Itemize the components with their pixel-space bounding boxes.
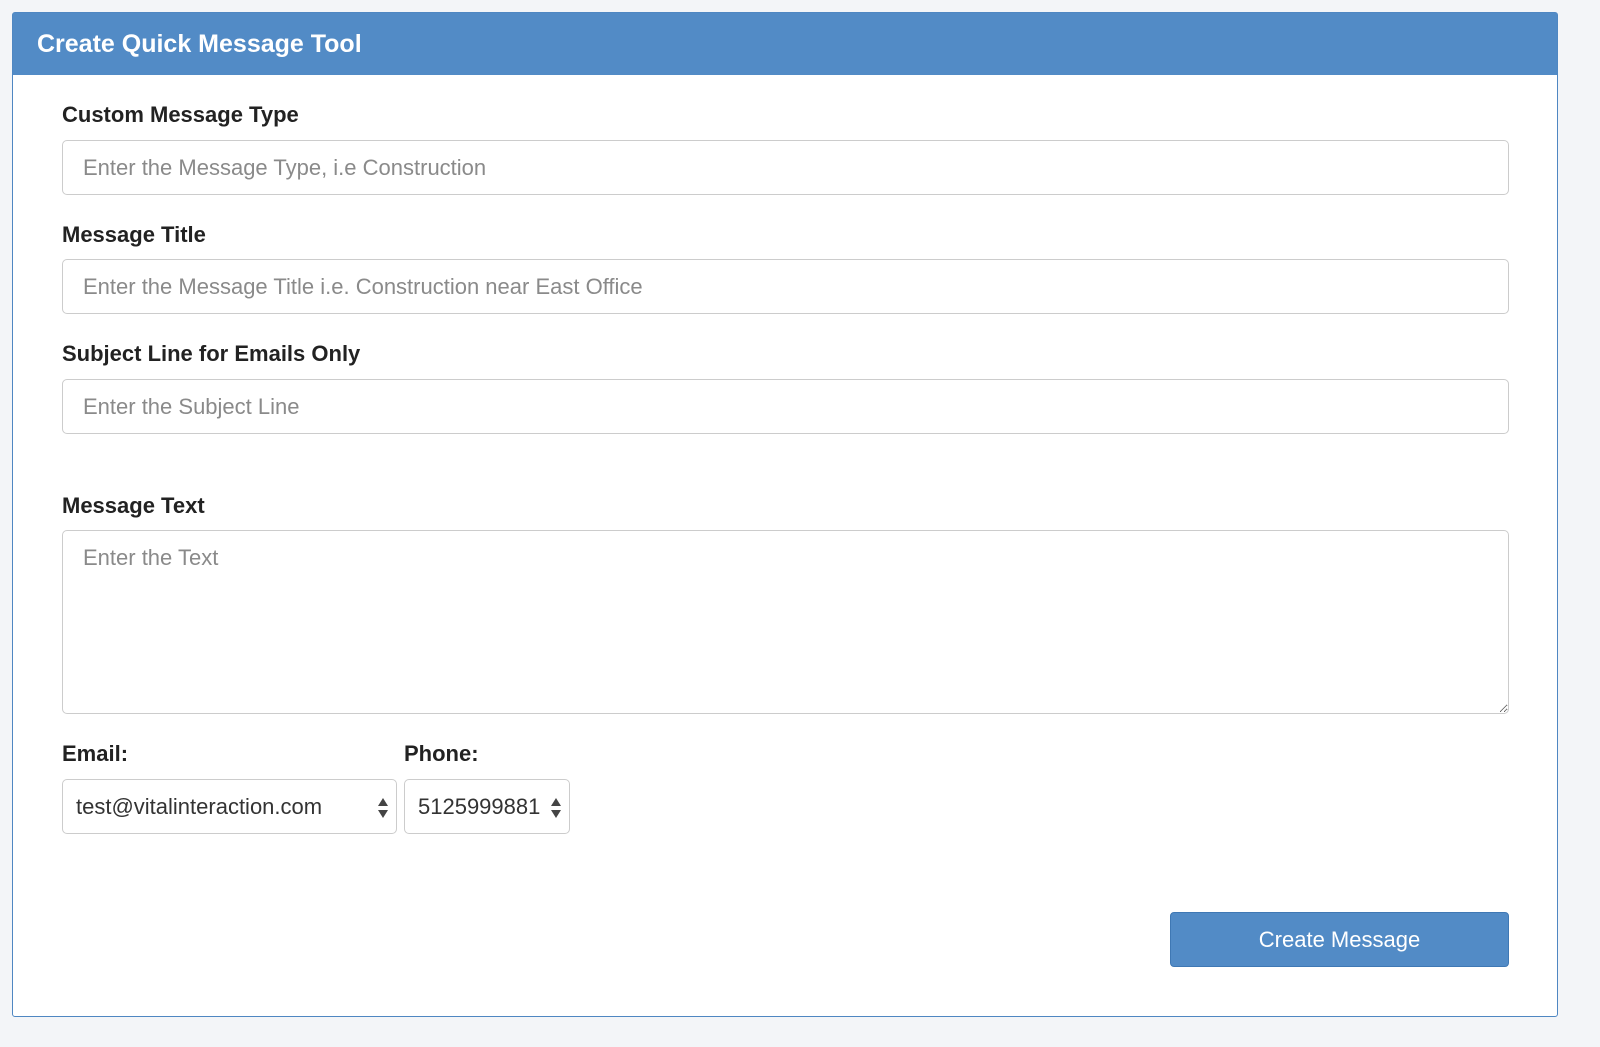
subject-line-label: Subject Line for Emails Only — [62, 341, 361, 366]
phone-label: Phone: — [404, 741, 479, 766]
up-down-arrows-icon — [378, 798, 388, 818]
create-message-panel: Create Quick Message Tool Custom Message… — [12, 12, 1558, 1017]
phone-select-value: 5125999881 — [418, 794, 541, 819]
email-select-value: test@vitalinteraction.com — [76, 794, 323, 819]
message-type-label: Custom Message Type — [62, 102, 299, 127]
create-message-button[interactable]: Create Message — [1170, 912, 1509, 967]
email-label: Email: — [62, 741, 129, 766]
message-text-label: Message Text — [62, 493, 205, 518]
message-title-label: Message Title — [62, 222, 206, 247]
up-down-arrows-icon — [551, 798, 561, 818]
phone-select[interactable]: 5125999881 — [404, 779, 570, 834]
subject-line-input[interactable] — [62, 379, 1509, 434]
message-type-input[interactable] — [62, 140, 1509, 195]
message-text-textarea[interactable] — [62, 530, 1509, 714]
message-title-input[interactable] — [62, 259, 1509, 314]
panel-title: Create Quick Message Tool — [13, 13, 1557, 75]
email-select[interactable]: test@vitalinteraction.com — [62, 779, 397, 834]
